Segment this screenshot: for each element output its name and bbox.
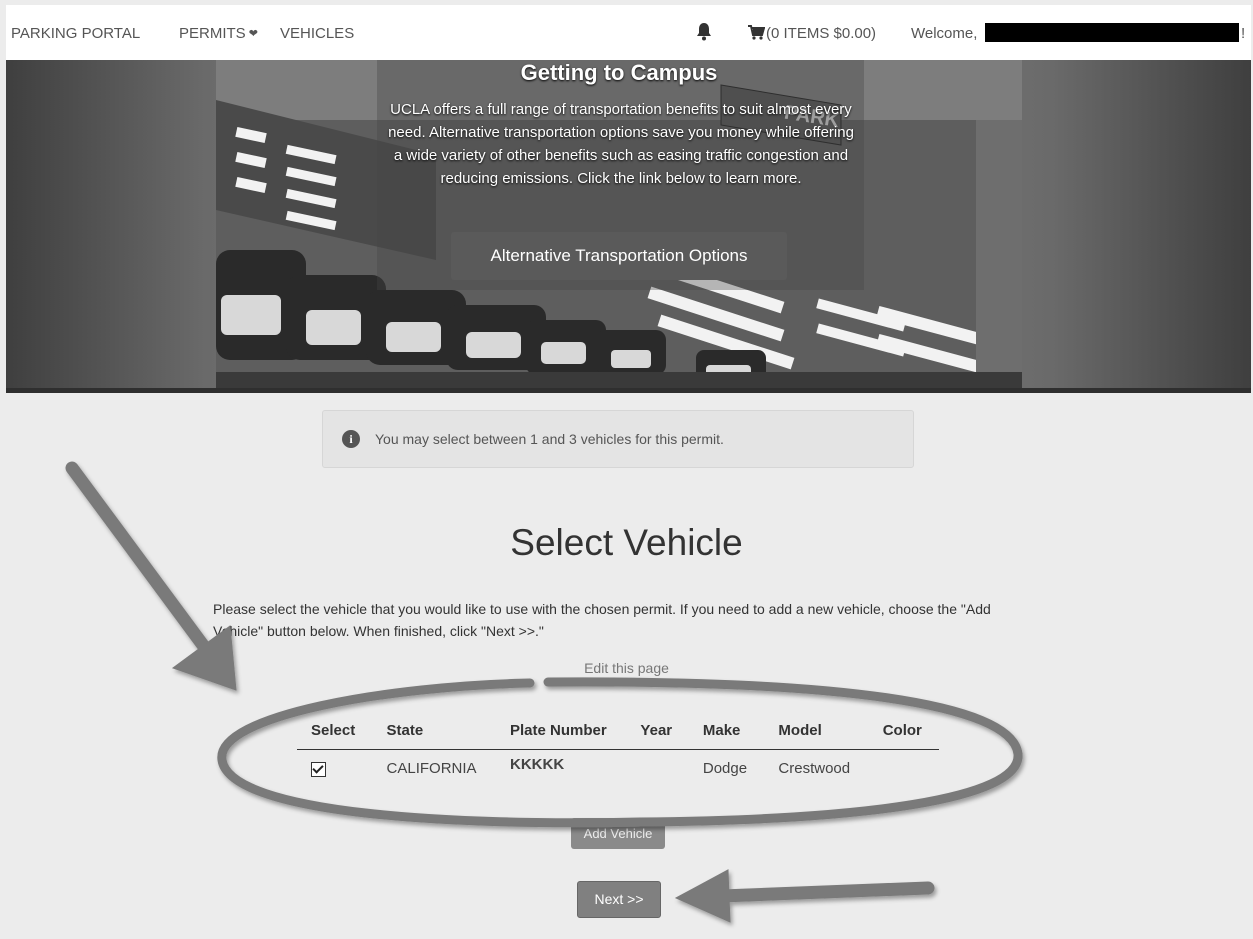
welcome-suffix: !: [1241, 25, 1246, 42]
plate-number-cell: KKKKK: [509, 756, 565, 773]
info-icon: i: [342, 430, 360, 448]
instructions-text: Please select the vehicle that you would…: [213, 601, 991, 639]
hero-banner: PARK Getting to Campus UCLA offers a ful…: [6, 60, 1251, 388]
alternative-transportation-button[interactable]: Alternative Transportation Options: [451, 232, 787, 280]
vehicle-select-checkbox[interactable]: [311, 762, 326, 777]
column-header-year: Year: [626, 716, 689, 750]
cart-summary-link[interactable]: (0 ITEMS $0.00): [766, 25, 876, 42]
bell-icon[interactable]: [695, 21, 713, 41]
hero-description: UCLA offers a full range of transportati…: [388, 101, 854, 187]
color-cell: [869, 750, 939, 790]
info-alert-text: You may select between 1 and 3 vehicles …: [375, 431, 724, 447]
nav-vehicles-link[interactable]: VEHICLES: [280, 25, 354, 42]
edit-page-link-text[interactable]: Edit this page: [584, 660, 669, 676]
chevron-down-icon: ❤: [248, 28, 258, 40]
welcome-label: Welcome,: [911, 25, 978, 42]
model-cell: Crestwood: [778, 760, 851, 777]
table-row: CALIFORNIA KKKKK Dodge Crestwood: [297, 750, 939, 790]
nav-permits-menu[interactable]: PERMITS ❤: [179, 25, 258, 42]
next-button[interactable]: Next >>: [577, 881, 661, 918]
page-title: Select Vehicle: [510, 522, 743, 563]
redacted-username: [985, 23, 1239, 42]
state-cell: CALIFORNIA: [386, 760, 477, 777]
column-header-make: Make: [688, 716, 765, 750]
annotation-arrow-horizontal: [715, 881, 935, 903]
hero-title: Getting to Campus: [520, 60, 718, 85]
annotation-arrowhead-horizontal: [674, 869, 731, 923]
column-header-select: Select: [297, 716, 373, 750]
brand-link[interactable]: PARKING PORTAL: [11, 25, 140, 42]
make-cell: Dodge: [702, 760, 748, 777]
column-header-state: State: [372, 716, 496, 750]
add-vehicle-button[interactable]: Add Vehicle: [571, 818, 665, 849]
top-navbar: PARKING PORTAL PERMITS ❤ VEHICLES (0 ITEM…: [6, 5, 1251, 60]
vehicle-table: Select State Plate Number Year Make Mode…: [297, 716, 939, 789]
column-header-plate-number: Plate Number: [495, 716, 627, 750]
cart-icon[interactable]: [747, 24, 765, 40]
hero-divider: [6, 388, 1251, 393]
table-header-row: Select State Plate Number Year Make Mode…: [297, 716, 939, 750]
column-header-color: Color: [868, 716, 939, 750]
column-header-model: Model: [764, 716, 869, 750]
info-alert: i You may select between 1 and 3 vehicle…: [322, 410, 914, 468]
year-cell: [626, 750, 688, 790]
edit-page-link: Edit this page: [0, 660, 1253, 676]
select-cell: [297, 750, 373, 790]
nav-permits-label: PERMITS: [179, 25, 246, 42]
